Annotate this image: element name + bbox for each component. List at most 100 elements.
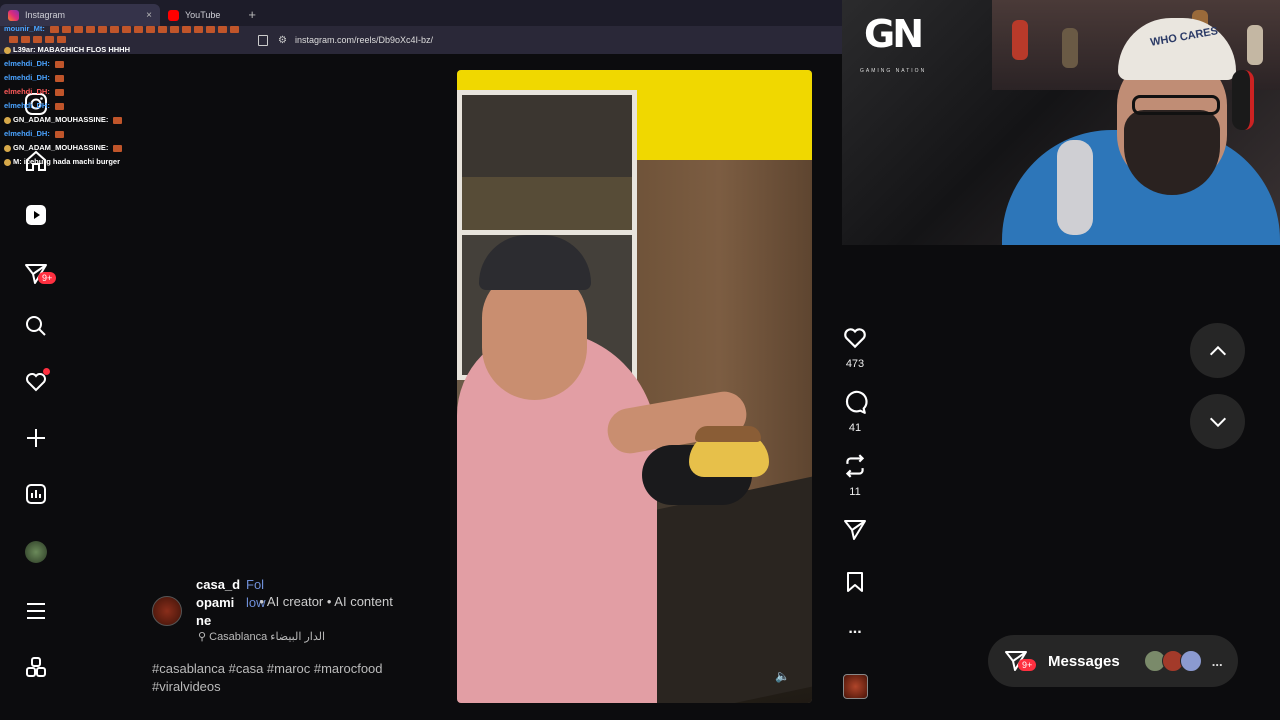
- chat-emote-icon: [73, 25, 83, 33]
- chat-emote-icon: [9, 36, 18, 43]
- tab-label: Instagram: [25, 10, 66, 20]
- chat-emote-icon: [49, 25, 59, 33]
- chat-username: M:: [13, 157, 22, 166]
- webcam-figure: [1062, 28, 1078, 68]
- chat-badge-icon: [4, 46, 11, 54]
- reel-author: casa_dopamine Follow • AI creator • AI c…: [152, 576, 452, 646]
- chat-emote-icon: [205, 25, 215, 33]
- author-meta: • AI creator • AI content: [245, 594, 393, 609]
- chat-emote-icon: [121, 25, 131, 33]
- tab-label: YouTube: [185, 10, 221, 20]
- chat-message: elmehdi_DH:: [4, 57, 244, 71]
- search-icon: [26, 316, 46, 336]
- chat-emote-icon: [54, 60, 64, 68]
- chat-emote-icon: [54, 102, 64, 110]
- comment-icon: [845, 390, 868, 414]
- author-name[interactable]: casa_dopamine: [196, 576, 242, 630]
- comment-button[interactable]: 41: [835, 389, 875, 434]
- chat-message: mounir_Mt:: [4, 22, 244, 36]
- sidebar-item-create[interactable]: [22, 424, 50, 452]
- chat-badge-icon: [4, 116, 11, 124]
- messages-badge: 9+: [38, 272, 57, 284]
- chevron-up-icon: [1209, 345, 1226, 355]
- chat-message: M: iceburg hada machi burger: [4, 155, 244, 169]
- chat-emote-icon: [193, 25, 203, 33]
- like-count: 473: [845, 358, 865, 370]
- site-settings-icon[interactable]: ⚙: [278, 35, 287, 46]
- paper-plane-icon: [844, 520, 866, 540]
- chat-badge-icon: [4, 158, 11, 166]
- messages-badge: 9+: [1018, 659, 1037, 671]
- bookmark-icon[interactable]: [258, 34, 268, 46]
- chat-emote-icon: [217, 25, 227, 33]
- location-text: Casablanca الدار البيضاء: [209, 631, 325, 643]
- notification-dot: [43, 368, 50, 375]
- chat-emote-icon: [181, 25, 191, 33]
- chat-emote-icon: [113, 144, 123, 152]
- chat-emote-icon: [133, 25, 143, 33]
- dashboard-icon: [26, 484, 46, 504]
- chat-emote-icon: [61, 25, 71, 33]
- chat-message: L39ar: MABAGHICH FLOS HHHH: [4, 43, 244, 57]
- reel-video[interactable]: 🔈: [457, 70, 812, 703]
- video-frame-window: [457, 90, 637, 240]
- chat-username: GN_ADAM_MOUHASSINE:: [13, 115, 109, 124]
- bookmark-icon: [847, 572, 863, 592]
- gn-logo: GN: [864, 12, 924, 56]
- sidebar-item-more[interactable]: [22, 597, 50, 625]
- save-button[interactable]: [835, 570, 875, 599]
- chat-message: elmehdi_DH:: [4, 85, 244, 99]
- sidebar-item-profile[interactable]: [22, 538, 50, 566]
- like-button[interactable]: 473: [835, 325, 875, 370]
- messages-button[interactable]: 9+ Messages ...: [988, 635, 1238, 687]
- location-pin-icon: ⚲: [198, 631, 207, 643]
- more-icon[interactable]: ...: [1212, 654, 1223, 669]
- chat-emote-icon: [85, 25, 95, 33]
- screen: Instagram × YouTube + ⚙ instagram.com/re…: [0, 0, 1280, 720]
- stream-chat: mounir_Mt: L39ar: MABAGHICH FLOS HHHH elmeh…: [4, 22, 244, 169]
- chat-text: iceburg hada machi burger: [23, 157, 121, 166]
- chat-username: L39ar:: [13, 45, 36, 54]
- chat-username: elmehdi_DH:: [4, 59, 50, 68]
- instagram-favicon-icon: [8, 9, 19, 21]
- author-avatar[interactable]: [152, 596, 182, 626]
- chat-badge-icon: [4, 144, 11, 152]
- sidebar-item-apps[interactable]: [22, 653, 50, 681]
- chat-message: GN_ADAM_MOUHASSINE:: [4, 141, 244, 155]
- webcam-headphones: [1232, 70, 1254, 130]
- chat-emote-icon: [21, 36, 30, 43]
- chat-emote-icon: [109, 25, 119, 33]
- more-options-button[interactable]: ...: [835, 620, 875, 638]
- chat-emote-icon: [57, 36, 66, 43]
- sidebar-item-notifications[interactable]: [22, 368, 50, 396]
- video-frame-bun: [695, 426, 761, 442]
- chat-emote-icon: [54, 88, 64, 96]
- reel-location[interactable]: ⚲ Casablanca الدار البيضاء: [198, 630, 325, 643]
- next-reel-button[interactable]: [1190, 394, 1245, 449]
- sidebar-item-messages[interactable]: 9+: [22, 260, 57, 288]
- reel-hashtags[interactable]: #casablanca #casa #maroc #marocfood #vir…: [152, 660, 432, 696]
- webcam-glasses: [1132, 95, 1220, 115]
- repost-button[interactable]: 11: [835, 453, 875, 498]
- audio-avatar[interactable]: [843, 674, 868, 699]
- chat-message: GN_ADAM_MOUHASSINE:: [4, 113, 244, 127]
- webcam-figure: [1012, 20, 1028, 60]
- sidebar-item-reels[interactable]: [22, 201, 50, 229]
- share-button[interactable]: [835, 518, 875, 547]
- comment-count: 41: [848, 422, 862, 434]
- chat-username: elmehdi_DH:: [4, 129, 50, 138]
- chat-emote-icon: [113, 116, 123, 124]
- webcam-figure: [1247, 25, 1263, 65]
- chat-emote-icon: [54, 130, 64, 138]
- sidebar-item-dashboard[interactable]: [22, 480, 50, 508]
- previous-reel-button[interactable]: [1190, 323, 1245, 378]
- url-input[interactable]: instagram.com/reels/Db9oXc4I-bz/: [295, 35, 433, 45]
- chat-emote-icon: [45, 36, 54, 43]
- chevron-down-icon: [1209, 417, 1226, 427]
- chat-message: elmehdi_DH:: [4, 71, 244, 85]
- volume-icon[interactable]: 🔈: [775, 669, 790, 683]
- message-avatars: [1143, 650, 1202, 672]
- author-meta-text: • AI creator • AI content: [259, 594, 393, 609]
- sidebar-item-search[interactable]: [22, 312, 50, 340]
- tab-close-icon[interactable]: ×: [146, 10, 152, 21]
